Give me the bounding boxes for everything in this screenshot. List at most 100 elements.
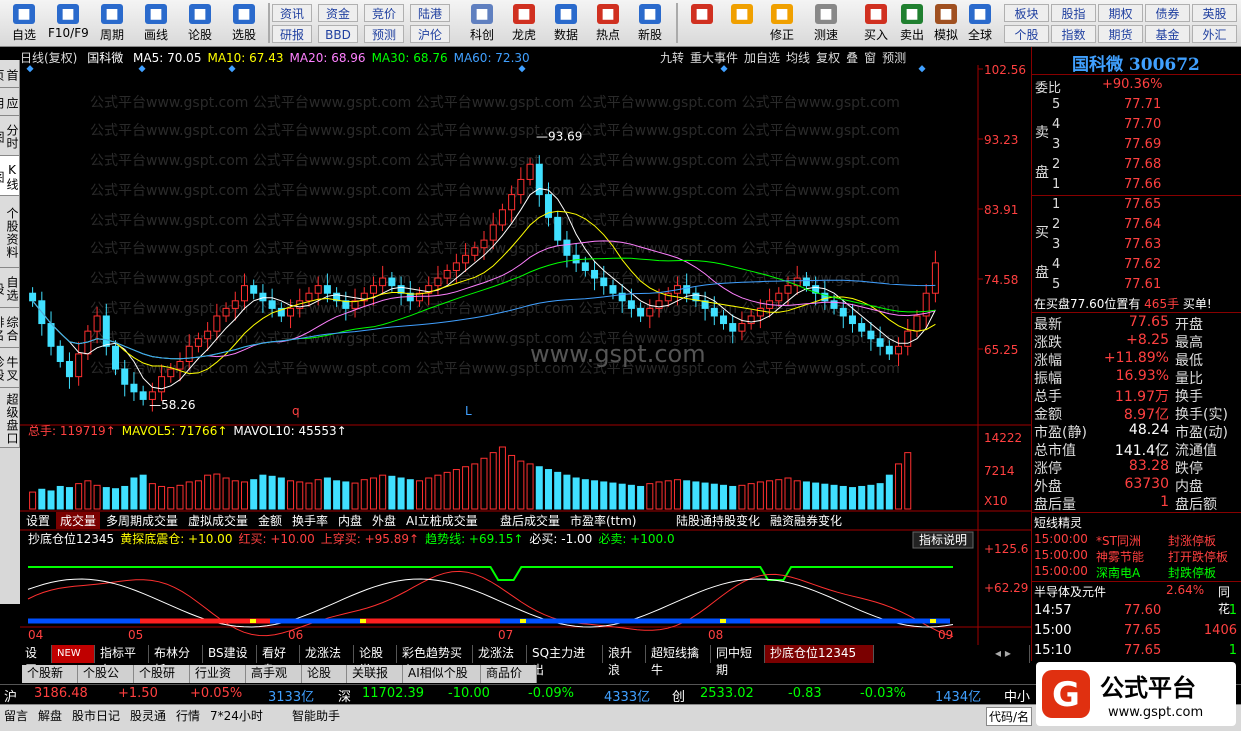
sell-price[interactable]: 77.69 [1124,137,1161,152]
sell-price[interactable]: 77.70 [1124,117,1161,132]
kline-chart-area[interactable]: 公式平台www.gspt.com 公式平台www.gspt.com 公式平台ww… [20,47,1031,645]
chart-period-label[interactable]: 日线(复权) [20,51,77,65]
toolbar-grid2-btn[interactable]: 指数 [1051,25,1096,43]
toolbar2-btn-2[interactable]: ■ 数据 [546,2,586,45]
toolbar-grid-btn[interactable]: 资金 [318,4,358,22]
short-stock[interactable]: 神雾节能 [1096,548,1144,565]
toolbar-grid2-btn[interactable]: 债券 [1145,4,1190,22]
vtab-7[interactable]: 牛叉诊股 [0,348,20,388]
chart-btn-7[interactable]: 预测 [882,51,906,65]
toolbar2-btn-0[interactable]: ■ 科创 [462,2,502,45]
toolbar-grid2-btn[interactable]: 基金 [1145,25,1190,43]
toolbar-grid2-btn[interactable]: 板块 [1004,4,1049,22]
vol-tab-7[interactable]: 外盘 [372,513,396,528]
sell-price[interactable]: 77.71 [1124,97,1161,112]
taskbar-item-1[interactable]: 解盘 [38,707,62,724]
ind-tab-7[interactable]: 论股堂 [354,645,397,677]
ind-tab-3[interactable]: 布林分析 [149,645,203,677]
toolbar-grid2-btn[interactable]: 个股 [1004,25,1049,43]
taskbar-item-4[interactable]: 行情 [176,707,200,724]
ind-tab-13[interactable]: 同中短期 [711,645,765,677]
vol-tab-5[interactable]: 换手率 [292,513,328,528]
sector-name[interactable]: 半导体及元件 [1034,583,1106,600]
taskbar-item-6[interactable]: 智能助手 [292,707,340,724]
vol-tab-12[interactable]: 融资融券变化 [770,513,842,528]
toolbar-grid-btn[interactable]: 研报 [272,25,312,43]
toolbar3-btn-1[interactable]: ■ [722,2,762,45]
short-stock[interactable]: 深南电A [1096,564,1140,581]
kline-chart-svg[interactable]: 公式平台www.gspt.com 公式平台www.gspt.com 公式平台ww… [20,47,1031,645]
chart-btn-2[interactable]: 加自选 [744,51,780,65]
chart-btn-6[interactable]: 窗 [864,51,876,65]
short-stock[interactable]: *ST同洲 [1096,532,1141,549]
buy-price[interactable]: 77.63 [1124,237,1161,252]
toolbar-grid2-btn[interactable]: 外汇 [1192,25,1237,43]
toolbar2-btn-4[interactable]: ■ 新股 [630,2,670,45]
toolbar-grid-btn[interactable]: 预测 [364,25,404,43]
bottom-tab-8[interactable]: 商品价格 [481,665,537,697]
taskbar-item-3[interactable]: 股灵通 [130,707,166,724]
toolbar-btn-5[interactable]: ■ 选股 [224,2,264,45]
toolbar-grid2-btn[interactable]: 期货 [1098,25,1143,43]
taskbar-item-0[interactable]: 留言 [4,707,28,724]
vol-tab-0[interactable]: 设置 [26,514,50,528]
toolbar-btn-4[interactable]: ■ 论股 [180,2,220,45]
toolbar3-btn-0[interactable]: ■ [682,2,722,45]
chart-btn-0[interactable]: 九转 [660,51,684,65]
chart-btn-4[interactable]: 复权 [816,51,840,65]
chart-btn-3[interactable]: 均线 [786,51,810,65]
vtab-5[interactable]: 自选股 [0,268,20,308]
toolbar-grid-btn[interactable]: 资讯 [272,4,312,22]
bottom-tab-5[interactable]: 论股堂 [302,665,347,697]
toolbar3-btn-7[interactable]: ■ 全球 [960,2,1000,45]
buy-price[interactable]: 77.64 [1124,217,1161,232]
ind-tab-10[interactable]: SQ主力进出 [527,645,603,677]
toolbar3-btn-3[interactable]: ■ 测速 [806,2,846,45]
toolbar-grid-btn[interactable]: BBD [318,25,358,43]
vol-tab-9[interactable]: 盘后成交量 [500,513,560,528]
ind-tab-4[interactable]: BS建设 [203,645,257,663]
chart-btn-1[interactable]: 重大事件 [690,51,738,65]
bottom-tab-1[interactable]: 个股公告 [78,665,134,697]
ind-tab-1[interactable]: NEW [52,645,95,663]
taskbar-item-5[interactable]: 7*24小时 [210,707,263,724]
toolbar-grid2-btn[interactable]: 英股 [1192,4,1237,22]
vtab-0[interactable]: 首页 [0,60,20,88]
bottom-tab-4[interactable]: 高手观点 [246,665,302,697]
bottom-tab-7[interactable]: AI相似个股 [403,665,481,683]
toolbar-btn-2[interactable]: ■ 周期 [92,2,132,45]
buy-price[interactable]: 77.62 [1124,257,1161,272]
buy-price[interactable]: 77.61 [1124,277,1161,292]
bottom-tab-6[interactable]: 关联报价 [347,665,403,697]
toolbar-grid2-btn[interactable]: 股指 [1051,4,1096,22]
bottom-tab-2[interactable]: 个股研报 [134,665,190,697]
toolbar3-btn-4[interactable]: ■ 买入 [856,2,896,45]
ind-tab-9[interactable]: 龙涨法2 [473,645,527,677]
vol-tab-6[interactable]: 内盘 [338,513,362,528]
vtab-8[interactable]: 超级盘口 [0,388,20,448]
ind-tab-14[interactable]: 抄底仓位12345 [765,645,874,663]
toolbar-grid-btn[interactable]: 陆港 [410,4,450,22]
taskbar-item-2[interactable]: 股市日记 [72,707,120,724]
ind-tab-2[interactable]: 指标平台 [95,645,149,677]
vol-tab-8[interactable]: AI立桩成交量 [406,513,478,528]
vol-tab-2[interactable]: 多周期成交量 [106,513,178,528]
ind-tab-scroll[interactable]: ◂ ▸ [990,645,1030,663]
vol-tab-11[interactable]: 陆股通持股变化 [676,513,760,528]
buy-price[interactable]: 77.65 [1124,197,1161,212]
toolbar-grid-btn[interactable]: 竞价 [364,4,404,22]
sell-price[interactable]: 77.66 [1124,177,1161,192]
code-search-box[interactable]: 代码/名 [986,707,1033,726]
ind-tab-5[interactable]: 看好盘 [257,645,300,677]
vtab-6[interactable]: 综合排名 [0,308,20,348]
toolbar2-btn-1[interactable]: ■ 龙虎 [504,2,544,45]
vol-tab-3[interactable]: 虚拟成交量 [188,513,248,528]
chart-btn-5[interactable]: 叠 [846,51,858,65]
vtab-4[interactable]: 个股资料 [0,196,20,268]
sell-price[interactable]: 77.68 [1124,157,1161,172]
bottom-tab-3[interactable]: 行业资讯 [190,665,246,697]
ind-tab-12[interactable]: 超短线擒牛 [646,645,711,677]
toolbar-grid-btn[interactable]: 沪伦 [410,25,450,43]
ind-tab-8[interactable]: 彩色趋势买卖 [397,645,473,677]
vtab-3[interactable]: K线图 [0,156,20,196]
